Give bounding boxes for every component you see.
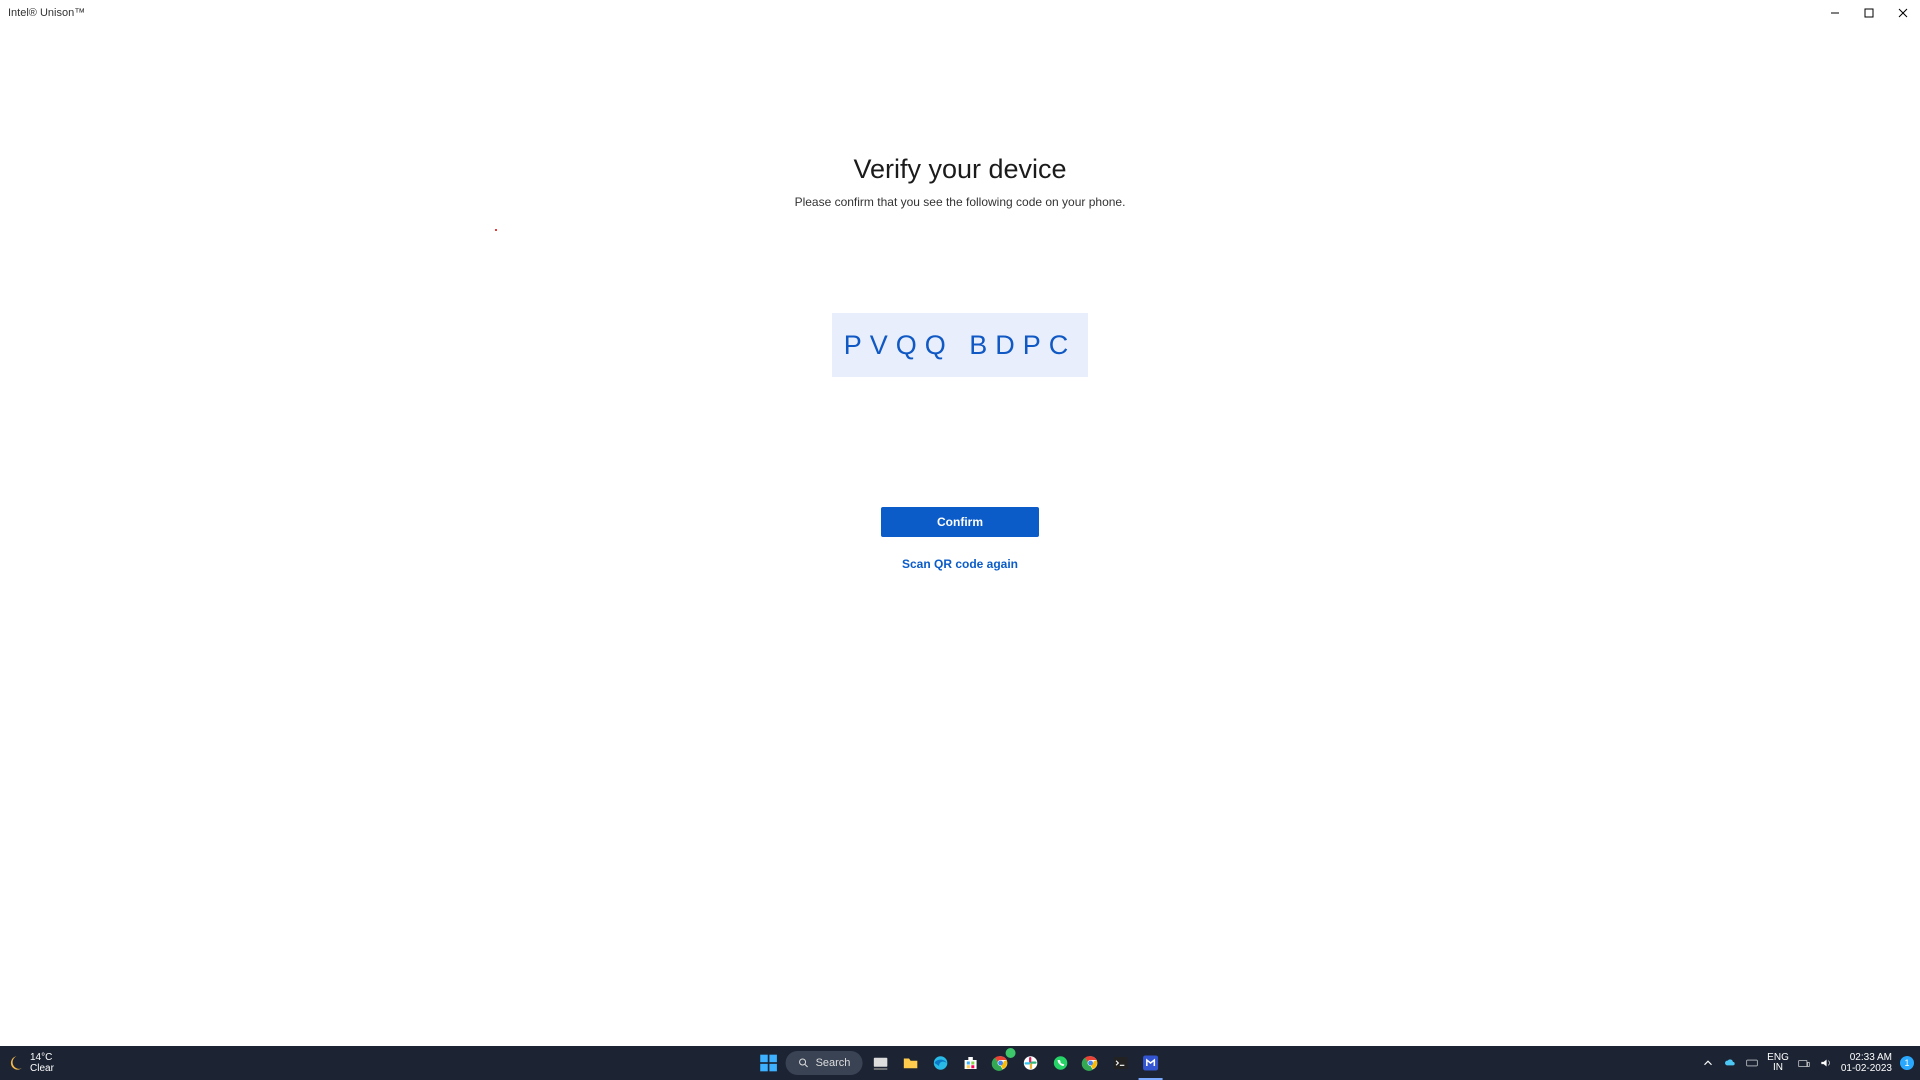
clock-date: 01-02-2023 bbox=[1841, 1063, 1892, 1074]
start-button[interactable] bbox=[758, 1052, 780, 1074]
page-subtext: Please confirm that you see the followin… bbox=[795, 195, 1126, 209]
edge-icon[interactable] bbox=[928, 1051, 952, 1075]
notification-badge[interactable]: 1 bbox=[1900, 1056, 1914, 1070]
task-view-icon[interactable] bbox=[868, 1051, 892, 1075]
onedrive-icon[interactable] bbox=[1723, 1056, 1737, 1070]
weather-temp: 14°C bbox=[30, 1052, 54, 1063]
window-title: Intel® Unison™ bbox=[0, 7, 85, 19]
page-heading: Verify your device bbox=[853, 154, 1066, 185]
search-label: Search bbox=[816, 1057, 851, 1069]
file-explorer-icon[interactable] bbox=[898, 1051, 922, 1075]
window-controls bbox=[1818, 0, 1920, 26]
maximize-button[interactable] bbox=[1852, 0, 1886, 26]
confirm-button[interactable]: Confirm bbox=[881, 507, 1039, 537]
weather-cond: Clear bbox=[30, 1063, 54, 1074]
verification-code: PVQQ BDPC bbox=[832, 313, 1088, 377]
taskbar-right: ENG IN 02:33 AM 01-02-2023 1 bbox=[1701, 1052, 1920, 1074]
chrome-icon-2[interactable] bbox=[1078, 1051, 1102, 1075]
language-indicator[interactable]: ENG IN bbox=[1767, 1053, 1789, 1073]
weather-widget[interactable]: 14°C Clear bbox=[0, 1052, 54, 1074]
main-content: Verify your device Please confirm that y… bbox=[0, 26, 1920, 1046]
slack-icon[interactable] bbox=[1018, 1051, 1042, 1075]
whatsapp-icon[interactable] bbox=[1048, 1051, 1072, 1075]
scan-qr-again-link[interactable]: Scan QR code again bbox=[902, 557, 1018, 571]
terminal-icon[interactable] bbox=[1108, 1051, 1132, 1075]
title-bar: Intel® Unison™ bbox=[0, 0, 1920, 26]
keyboard-icon[interactable] bbox=[1745, 1056, 1759, 1070]
volume-icon[interactable] bbox=[1819, 1056, 1833, 1070]
clock[interactable]: 02:33 AM 01-02-2023 bbox=[1841, 1052, 1892, 1074]
intel-unison-icon[interactable] bbox=[1138, 1048, 1162, 1080]
taskbar: 14°C Clear Search ENG IN bbox=[0, 1046, 1920, 1080]
badge-icon bbox=[1005, 1048, 1015, 1058]
network-icon[interactable] bbox=[1797, 1056, 1811, 1070]
microsoft-store-icon[interactable] bbox=[958, 1051, 982, 1075]
clock-time: 02:33 AM bbox=[1850, 1052, 1892, 1063]
red-dot-indicator bbox=[495, 229, 497, 231]
taskbar-center: Search bbox=[758, 1046, 1163, 1080]
tray-chevron-icon[interactable] bbox=[1701, 1056, 1715, 1070]
chrome-icon[interactable] bbox=[988, 1051, 1012, 1075]
minimize-button[interactable] bbox=[1818, 0, 1852, 26]
lang-b: IN bbox=[1773, 1063, 1783, 1073]
search-icon bbox=[798, 1057, 810, 1069]
moon-icon bbox=[6, 1054, 24, 1072]
close-button[interactable] bbox=[1886, 0, 1920, 26]
weather-text: 14°C Clear bbox=[30, 1052, 54, 1074]
notif-count: 1 bbox=[1904, 1058, 1909, 1068]
taskbar-search[interactable]: Search bbox=[786, 1051, 863, 1075]
windows-icon bbox=[759, 1053, 779, 1073]
